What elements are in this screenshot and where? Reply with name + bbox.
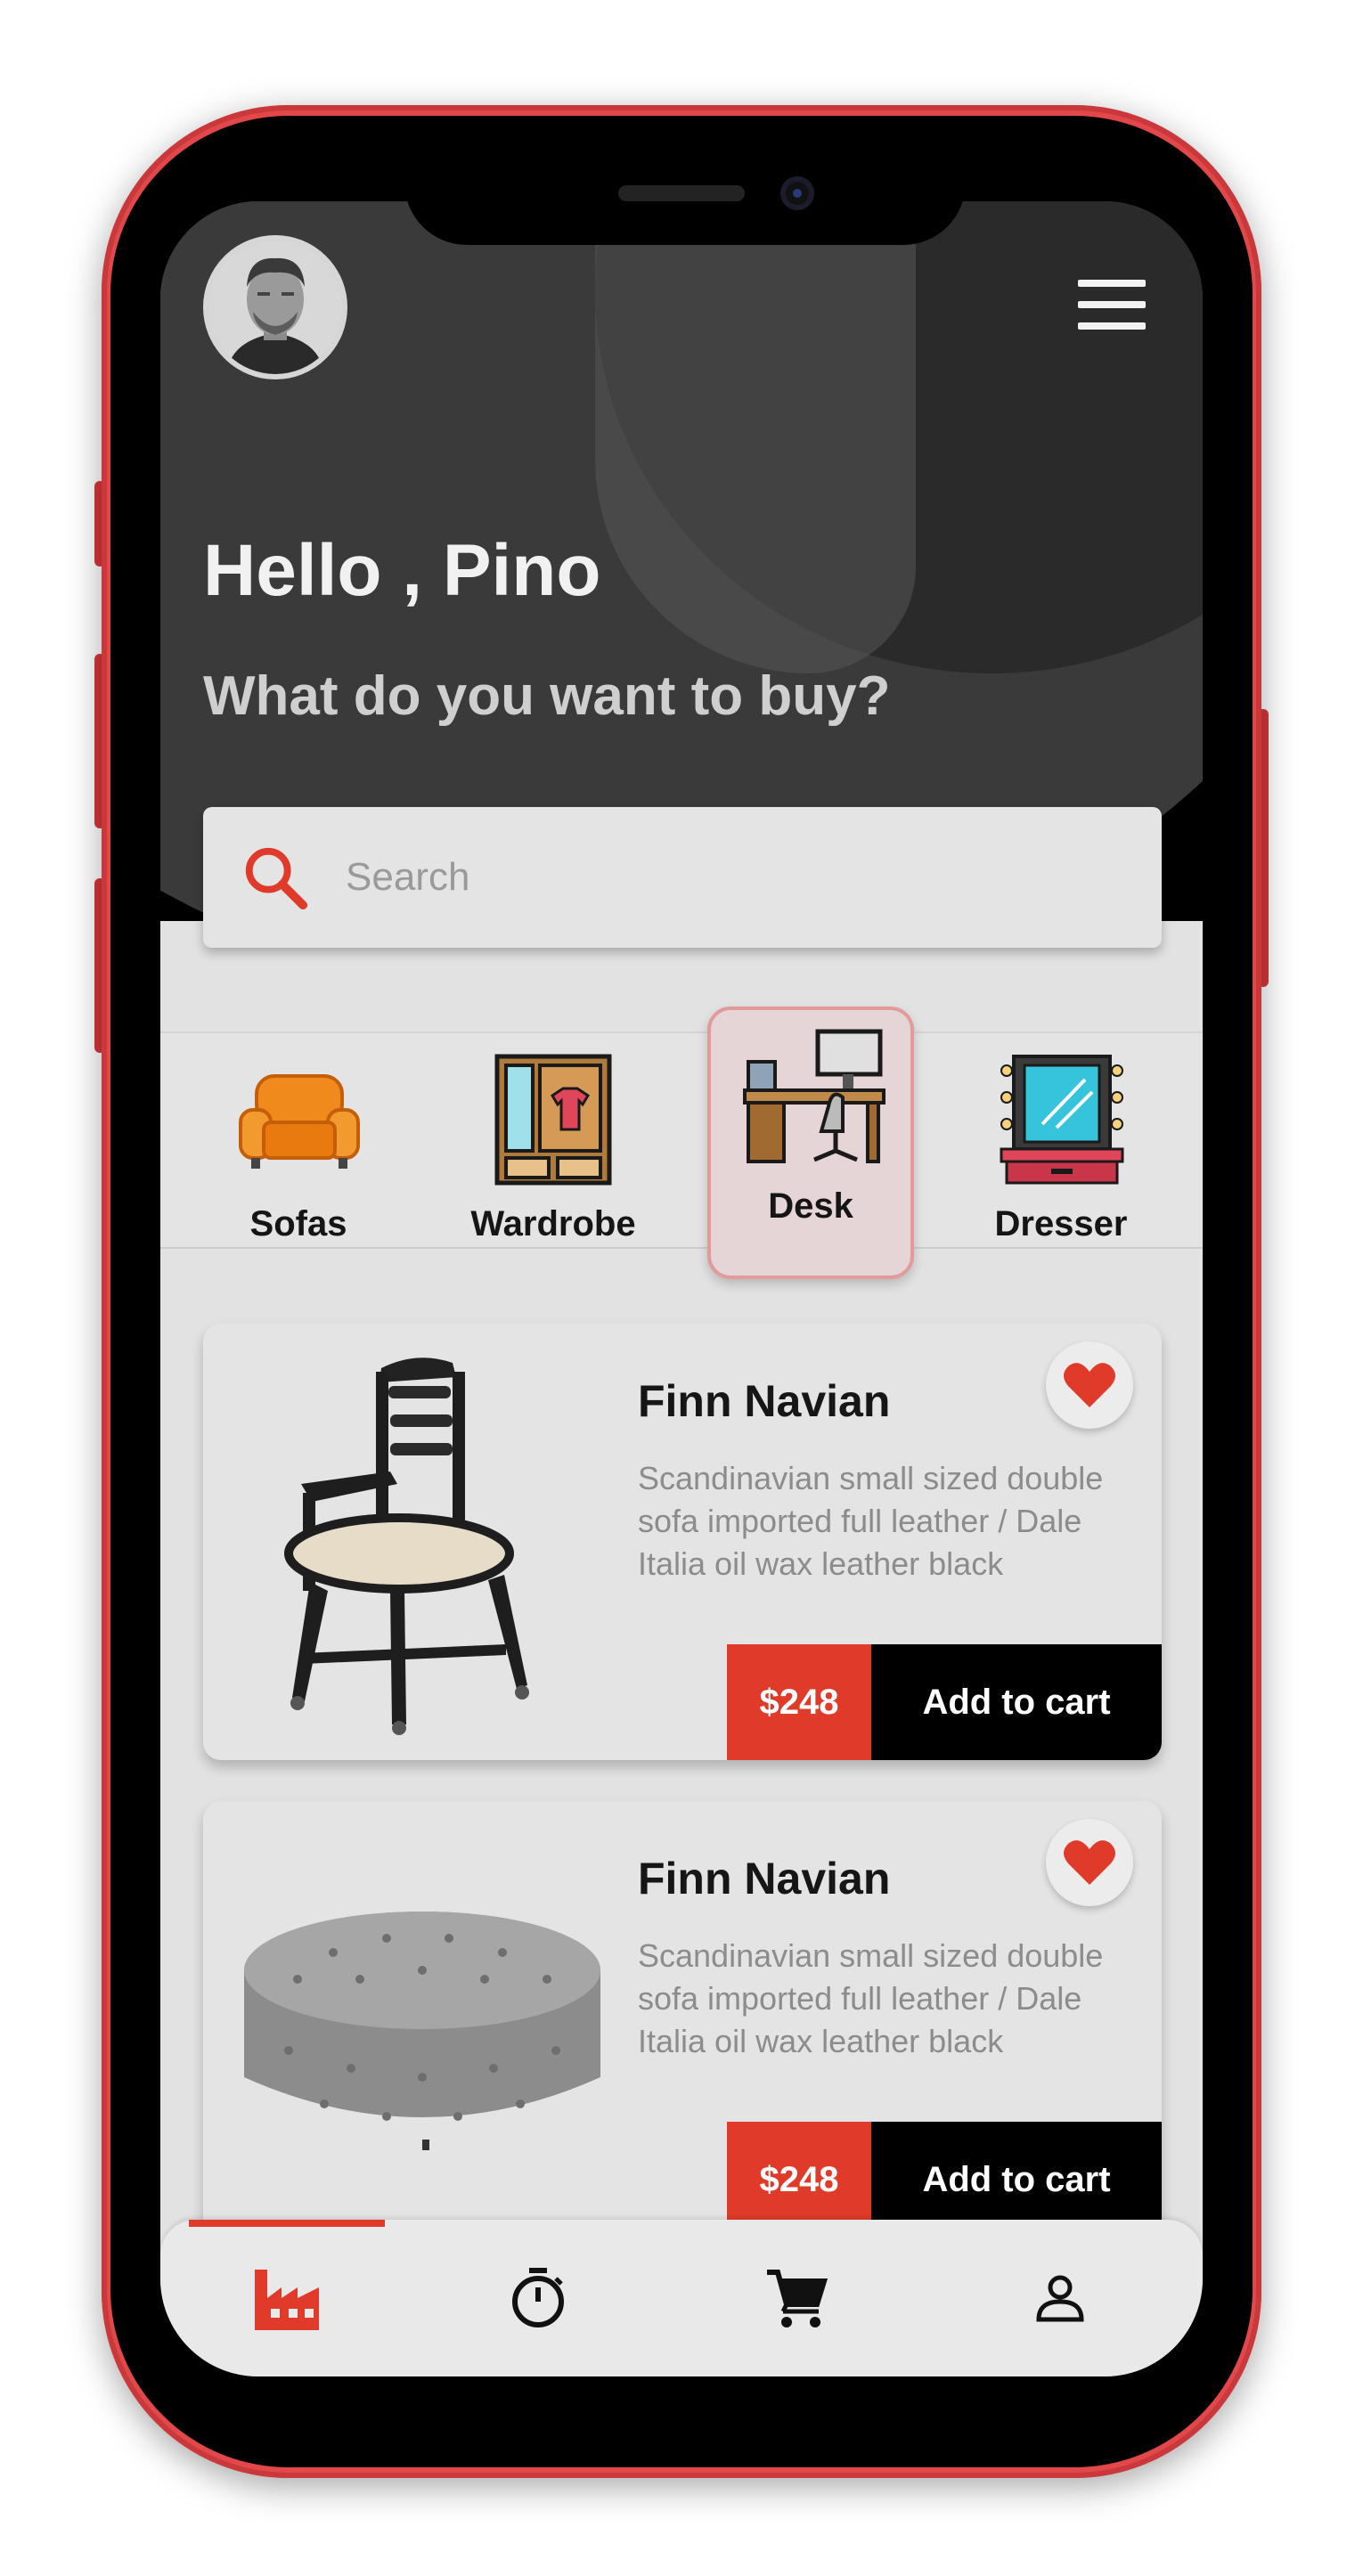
nav-active-indicator	[189, 2220, 385, 2227]
product-title: Finn Navian	[638, 1854, 891, 1903]
sofa-icon	[239, 1074, 360, 1169]
nav-item-profile[interactable]	[962, 2220, 1158, 2376]
price-tag: $248	[727, 1644, 871, 1760]
greeting-title: Hello , Pino	[203, 530, 601, 611]
favorite-button[interactable]	[1046, 1341, 1133, 1429]
search-bar[interactable]: Search	[203, 807, 1162, 948]
ottoman-image	[244, 1912, 600, 2150]
chair-image	[284, 1357, 529, 1735]
nav-item-home[interactable]	[189, 2220, 385, 2376]
cart-icon	[767, 2270, 828, 2327]
wardrobe-icon	[494, 1054, 612, 1186]
timer-icon	[512, 2268, 564, 2327]
category-label: Desk	[768, 1186, 853, 1226]
category-wardrobe[interactable]: Wardrobe	[451, 1033, 656, 1256]
category-label: Sofas	[249, 1204, 347, 1243]
favorite-button[interactable]	[1046, 1819, 1133, 1906]
category-dresser[interactable]: Dresser	[959, 1033, 1163, 1256]
product-description: Scandinavian small sized double sofa imp…	[638, 1937, 1104, 2059]
product-card[interactable]: Finn Navian Scandinavian small sized dou…	[203, 1801, 1162, 2238]
product-card[interactable]: Finn Navian Scandinavian small sized dou…	[203, 1324, 1162, 1760]
front-camera	[780, 176, 814, 210]
search-input[interactable]: Search	[346, 855, 469, 900]
search-icon	[245, 847, 308, 910]
factory-icon	[255, 2270, 319, 2330]
app-screen: Hello , Pino What do you want to buy? Se…	[160, 201, 1203, 2376]
hamburger-menu-icon[interactable]	[1078, 280, 1146, 330]
avatar-photo-icon	[208, 240, 342, 374]
nav-item-cart[interactable]	[698, 2220, 894, 2376]
product-description: Scandinavian small sized double sofa imp…	[638, 1460, 1104, 1582]
category-strip: Sofas Wardrobe Desk Dresser	[160, 1007, 1203, 1279]
category-sofas[interactable]: Sofas	[196, 1033, 401, 1256]
dresser-icon	[1000, 1055, 1124, 1185]
category-label: Dresser	[994, 1204, 1128, 1243]
nav-item-timer[interactable]	[440, 2220, 636, 2376]
avatar[interactable]	[203, 235, 347, 379]
notch	[404, 116, 966, 245]
product-title: Finn Navian	[638, 1376, 891, 1426]
earpiece-speaker	[618, 185, 745, 201]
bottom-nav	[160, 2220, 1203, 2376]
greeting-subtitle: What do you want to buy?	[203, 665, 891, 727]
add-to-cart-button[interactable]: Add to cart	[871, 1644, 1162, 1760]
desk-icon	[743, 1029, 886, 1163]
heart-icon	[1064, 1840, 1115, 1885]
category-label: Wardrobe	[470, 1204, 636, 1243]
heart-icon	[1064, 1363, 1115, 1407]
category-desk[interactable]: Desk	[707, 1007, 914, 1279]
profile-icon	[1036, 2275, 1084, 2322]
